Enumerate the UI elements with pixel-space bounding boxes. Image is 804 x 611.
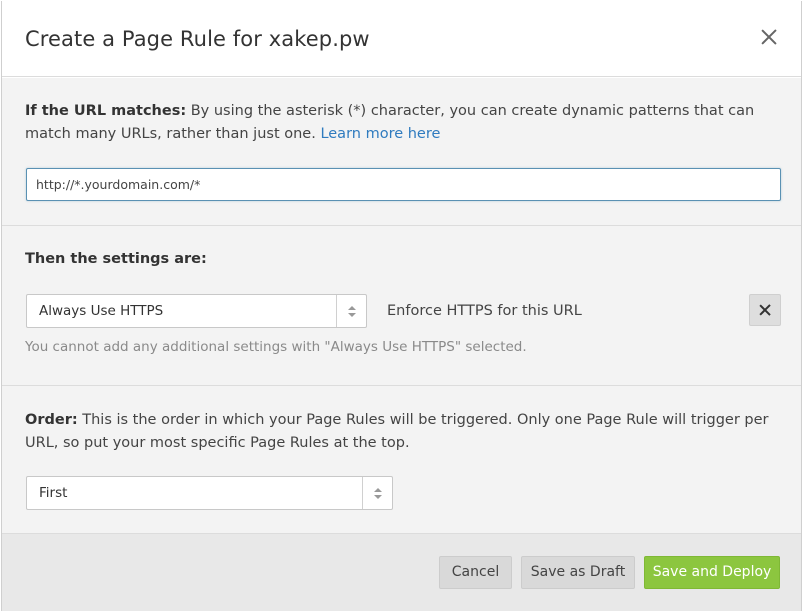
page-rule-modal: Create a Page Rule for xakep.pw If the U… (1, 1, 802, 611)
setting-description: Enforce HTTPS for this URL (387, 303, 582, 319)
remove-setting-icon[interactable] (749, 294, 781, 326)
order-text: This is the order in which your Page Rul… (25, 412, 769, 451)
close-icon[interactable] (757, 25, 781, 49)
modal-title: Create a Page Rule for xakep.pw (25, 27, 370, 51)
select-arrows-icon (362, 477, 392, 509)
cancel-button[interactable]: Cancel (439, 556, 512, 589)
learn-more-link[interactable]: Learn more here (320, 126, 440, 142)
url-match-label: If the URL matches: (25, 103, 187, 119)
order-section: Order: This is the order in which your P… (2, 386, 801, 534)
select-arrows-icon (336, 295, 366, 327)
setting-select-value: Always Use HTTPS (39, 303, 164, 319)
order-label: Order: (25, 412, 78, 428)
setting-select[interactable]: Always Use HTTPS (26, 294, 367, 328)
settings-section: Then the settings are: Always Use HTTPS … (2, 226, 801, 386)
save-draft-button[interactable]: Save as Draft (521, 556, 635, 589)
order-select[interactable]: First (26, 476, 393, 510)
order-select-value: First (39, 485, 68, 501)
url-match-section: If the URL matches: By using the asteris… (2, 78, 801, 226)
url-match-description: If the URL matches: By using the asteris… (25, 100, 775, 146)
save-deploy-button[interactable]: Save and Deploy (644, 556, 780, 589)
settings-heading: Then the settings are: (25, 251, 207, 267)
modal-footer: Cancel Save as Draft Save and Deploy (2, 534, 801, 611)
url-pattern-input[interactable] (26, 168, 781, 201)
settings-note: You cannot add any additional settings w… (25, 339, 527, 355)
order-description: Order: This is the order in which your P… (25, 409, 775, 455)
modal-header: Create a Page Rule for xakep.pw (2, 1, 801, 77)
